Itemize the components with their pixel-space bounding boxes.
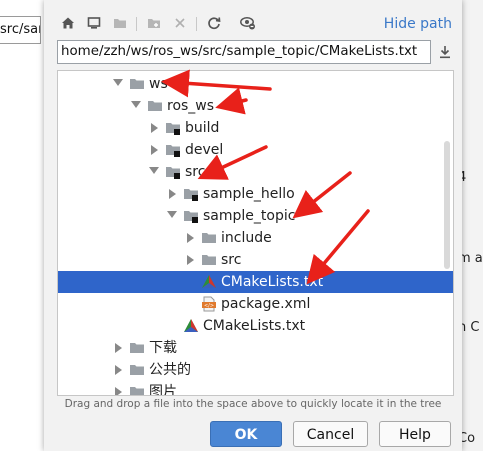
tree-scrollbar[interactable] <box>444 141 450 269</box>
folder-icon <box>130 343 144 353</box>
folder-icon <box>202 233 216 243</box>
collapse-arrow-icon[interactable] <box>169 189 176 199</box>
select-path-dialog: Hide path ws ros_ws build de <box>44 0 462 451</box>
file-tree[interactable]: ws ros_ws build devel src sample_hello s… <box>57 70 454 396</box>
module-folder-icon <box>166 123 180 135</box>
tree-row-label: sample_topic <box>203 208 296 224</box>
path-input[interactable] <box>57 40 431 64</box>
ok-button[interactable]: OK <box>210 421 282 447</box>
delete-icon[interactable] <box>170 13 190 33</box>
background-path-field: src/samp <box>0 16 41 44</box>
tree-row-label: 公共的 <box>149 362 191 378</box>
tree-row-src-inner[interactable]: src <box>58 249 453 271</box>
tree-row-package-xml[interactable]: </> package.xml <box>58 293 453 315</box>
collapse-arrow-icon[interactable] <box>151 145 158 155</box>
tree-row-label: devel <box>185 142 224 158</box>
folder-icon <box>130 79 144 89</box>
tree-row-sample-hello[interactable]: sample_hello <box>58 183 453 205</box>
collapse-arrow-icon[interactable] <box>187 255 194 265</box>
tree-row-pictures[interactable]: 图片 <box>58 381 453 396</box>
expand-arrow-icon[interactable] <box>131 101 141 108</box>
module-folder-icon <box>166 167 180 179</box>
module-folder-icon <box>166 145 180 157</box>
toolbar-separator <box>136 17 137 31</box>
collapse-arrow-icon[interactable] <box>151 123 158 133</box>
help-button[interactable]: Help <box>379 421 451 447</box>
show-hidden-icon[interactable] <box>238 13 258 33</box>
tree-row-downloads[interactable]: 下载 <box>58 337 453 359</box>
toolbar-separator <box>196 17 197 31</box>
cmake-icon <box>184 319 198 332</box>
tree-row-build[interactable]: build <box>58 117 453 139</box>
tree-row-include[interactable]: include <box>58 227 453 249</box>
tree-row-public[interactable]: 公共的 <box>58 359 453 381</box>
path-row <box>57 40 457 66</box>
collapse-arrow-icon[interactable] <box>115 343 122 353</box>
tree-row-label: src <box>221 252 242 268</box>
collapse-arrow-icon[interactable] <box>187 233 194 243</box>
desktop-icon[interactable] <box>84 13 104 33</box>
collapse-arrow-icon[interactable] <box>115 387 122 395</box>
drag-drop-hint: Drag and drop a file into the space abov… <box>64 398 442 410</box>
tree-row-label: 下载 <box>149 340 177 356</box>
tree-row-cmakelists[interactable]: CMakeLists.txt <box>58 315 453 337</box>
folder-icon <box>130 387 144 395</box>
tree-row-label: ws <box>149 76 168 92</box>
tree-row-label: CMakeLists.txt <box>203 318 306 334</box>
svg-text:</>: </> <box>204 303 214 309</box>
new-folder-icon[interactable] <box>144 13 164 33</box>
folder-icon <box>130 365 144 375</box>
xml-file-icon: </> <box>202 296 216 312</box>
background-window-left: src/samp <box>0 0 45 451</box>
folder-icon <box>202 255 216 265</box>
expand-arrow-icon[interactable] <box>149 167 159 174</box>
tree-row-label: package.xml <box>221 296 311 312</box>
tree-row-cmakelists-selected[interactable]: CMakeLists.txt <box>58 271 453 293</box>
folder-icon <box>148 101 162 111</box>
tree-row-label: 图片 <box>149 384 177 396</box>
tree-row-ws[interactable]: ws <box>58 73 453 95</box>
download-arrow-icon[interactable] <box>435 42 455 62</box>
tree-row-sample-topic[interactable]: sample_topic <box>58 205 453 227</box>
cmake-icon <box>202 275 216 288</box>
project-folder-icon[interactable] <box>110 13 130 33</box>
tree-row-ros-ws[interactable]: ros_ws <box>58 95 453 117</box>
refresh-icon[interactable] <box>204 13 224 33</box>
tree-row-label: include <box>221 230 272 246</box>
tree-row-label: ros_ws <box>167 98 215 114</box>
module-folder-icon <box>184 211 198 223</box>
collapse-arrow-icon[interactable] <box>115 365 122 375</box>
home-icon[interactable] <box>58 13 78 33</box>
tree-row-label: CMakeLists.txt <box>221 274 324 290</box>
tree-row-devel[interactable]: devel <box>58 139 453 161</box>
tree-row-src[interactable]: src <box>58 161 453 183</box>
module-folder-icon <box>184 189 198 201</box>
tree-row-label: sample_hello <box>203 186 295 202</box>
expand-arrow-icon[interactable] <box>167 211 177 218</box>
file-chooser-toolbar: Hide path <box>44 9 462 39</box>
tree-row-label: build <box>185 120 220 136</box>
hide-path-link[interactable]: Hide path <box>384 16 452 32</box>
expand-arrow-icon[interactable] <box>113 79 123 86</box>
cancel-button[interactable]: Cancel <box>293 421 368 447</box>
tree-row-label: src <box>185 164 206 180</box>
